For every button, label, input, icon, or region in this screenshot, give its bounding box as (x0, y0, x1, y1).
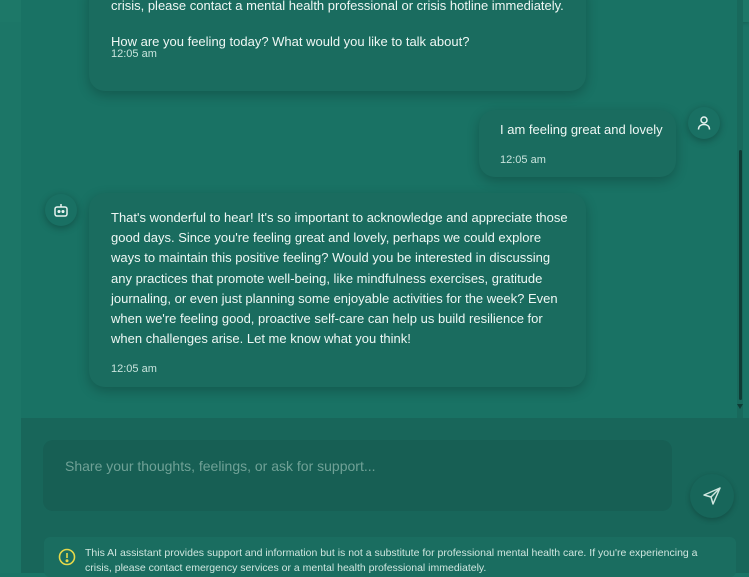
assistant-message-bubble: crisis, please contact a mental health p… (89, 0, 586, 91)
warning-circle-icon (58, 548, 76, 566)
assistant-message-bubble: That's wonderful to hear! It's so import… (89, 193, 586, 387)
chat-messages-area[interactable]: crisis, please contact a mental health p… (21, 0, 743, 418)
message-text: crisis, please contact a mental health p… (111, 0, 564, 13)
message-timestamp: 12:05 am (500, 154, 546, 166)
disclaimer-text: This AI assistant provides support and i… (85, 547, 698, 574)
send-icon (703, 487, 721, 505)
message-text: I am feeling great and lovely (500, 122, 663, 137)
input-panel: This AI assistant provides support and i… (21, 418, 749, 577)
chat-scrollbar[interactable] (737, 0, 743, 418)
scroll-down-arrow-icon[interactable] (737, 404, 743, 409)
message-text: How are you feeling today? What would yo… (111, 34, 470, 49)
message-input[interactable] (43, 440, 672, 511)
user-message-bubble: I am feeling great and lovely 12:05 am (479, 110, 676, 177)
message-timestamp: 12:05 am (111, 363, 157, 375)
bot-icon (45, 194, 77, 226)
user-icon (688, 107, 720, 139)
disclaimer-banner: This AI assistant provides support and i… (44, 537, 736, 577)
send-button[interactable] (690, 474, 734, 518)
message-timestamp: 12:05 am (111, 48, 157, 60)
message-text: That's wonderful to hear! It's so import… (111, 210, 568, 347)
scrollbar-thumb[interactable] (739, 150, 742, 400)
left-edge-panel (0, 22, 21, 573)
